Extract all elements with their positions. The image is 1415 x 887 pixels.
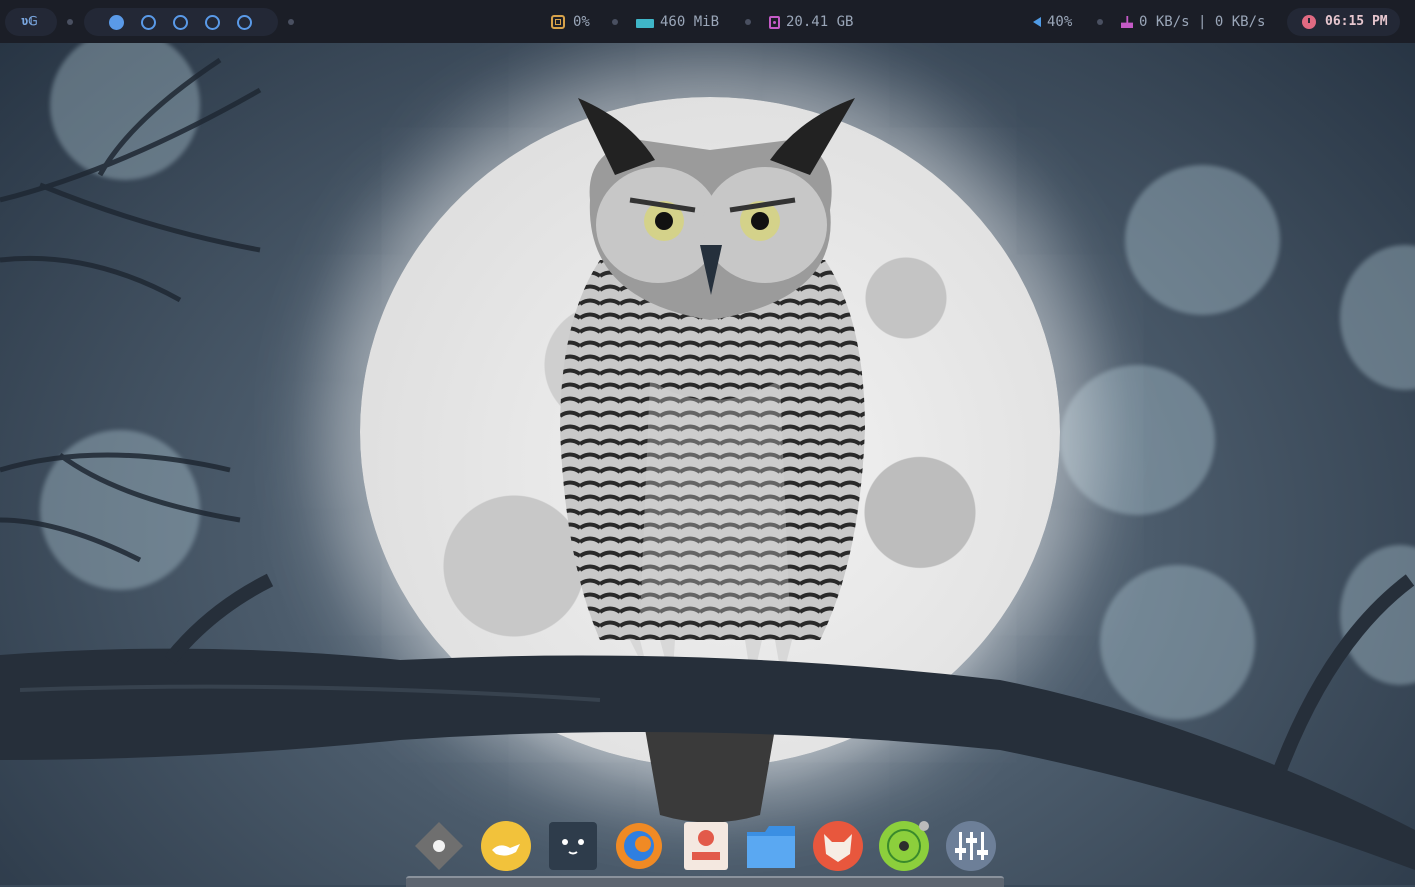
genie-lamp-icon[interactable] bbox=[480, 820, 532, 872]
owl-illustration bbox=[0, 57, 1415, 870]
cpu-widget[interactable]: 0% bbox=[549, 13, 590, 31]
application-dock bbox=[405, 812, 1005, 880]
disk-widget[interactable]: 20.41 GB bbox=[769, 13, 853, 31]
fox-browser-icon[interactable] bbox=[812, 820, 864, 872]
workspace-2-button[interactable] bbox=[141, 15, 156, 30]
cpu-usage: 0% bbox=[573, 14, 590, 30]
web-browser-icon[interactable] bbox=[613, 820, 665, 872]
desktop-wallpaper bbox=[0, 0, 1415, 885]
distro-logo-icon: ʋ𝔾 bbox=[21, 14, 38, 28]
workspace-1-button[interactable] bbox=[109, 15, 124, 30]
separator-dot bbox=[1097, 19, 1103, 25]
network-speed: 0 KB/s | 0 KB/s bbox=[1139, 14, 1266, 30]
workspace-switcher bbox=[84, 8, 278, 36]
volume-level: 40% bbox=[1047, 14, 1073, 30]
separator-dot bbox=[67, 19, 73, 25]
settings-mixer-icon[interactable] bbox=[945, 820, 997, 872]
workspace-3-button[interactable] bbox=[173, 15, 188, 30]
separator-dot bbox=[745, 19, 751, 25]
memory-icon bbox=[636, 19, 654, 28]
separator-dot bbox=[288, 19, 294, 25]
separator-dot bbox=[612, 19, 618, 25]
clock-widget[interactable]: 06:15 PM bbox=[1287, 8, 1400, 36]
music-player-icon[interactable] bbox=[878, 820, 930, 872]
launcher-button[interactable]: ʋ𝔾 bbox=[5, 8, 57, 36]
file-manager-icon[interactable] bbox=[745, 820, 797, 872]
disk-usage: 20.41 GB bbox=[786, 14, 854, 30]
network-widget[interactable]: 0 KB/s | 0 KB/s bbox=[1121, 13, 1265, 31]
terminal-cat-icon[interactable] bbox=[547, 820, 599, 872]
clock-time: 06:15 PM bbox=[1325, 14, 1388, 29]
disk-icon bbox=[769, 15, 780, 29]
bare-branches bbox=[0, 57, 262, 563]
workspace-4-button[interactable] bbox=[205, 15, 220, 30]
memory-widget[interactable]: 460 MiB bbox=[636, 13, 719, 31]
workspace-5-button[interactable] bbox=[237, 15, 252, 30]
volume-widget[interactable]: 40% bbox=[1031, 13, 1072, 31]
network-icon bbox=[1121, 16, 1133, 28]
top-panel: ʋ𝔾 0% 460 MiB 20.41 GB 40% 0 KB/s | 0 KB… bbox=[0, 0, 1415, 43]
memory-usage: 460 MiB bbox=[660, 14, 720, 30]
dock-shelf bbox=[406, 876, 1004, 887]
image-viewer-icon[interactable] bbox=[680, 820, 732, 872]
cpu-icon bbox=[551, 15, 565, 29]
app-launcher-icon[interactable] bbox=[413, 820, 465, 872]
clock-icon bbox=[1302, 15, 1316, 29]
volume-icon bbox=[1033, 17, 1041, 27]
